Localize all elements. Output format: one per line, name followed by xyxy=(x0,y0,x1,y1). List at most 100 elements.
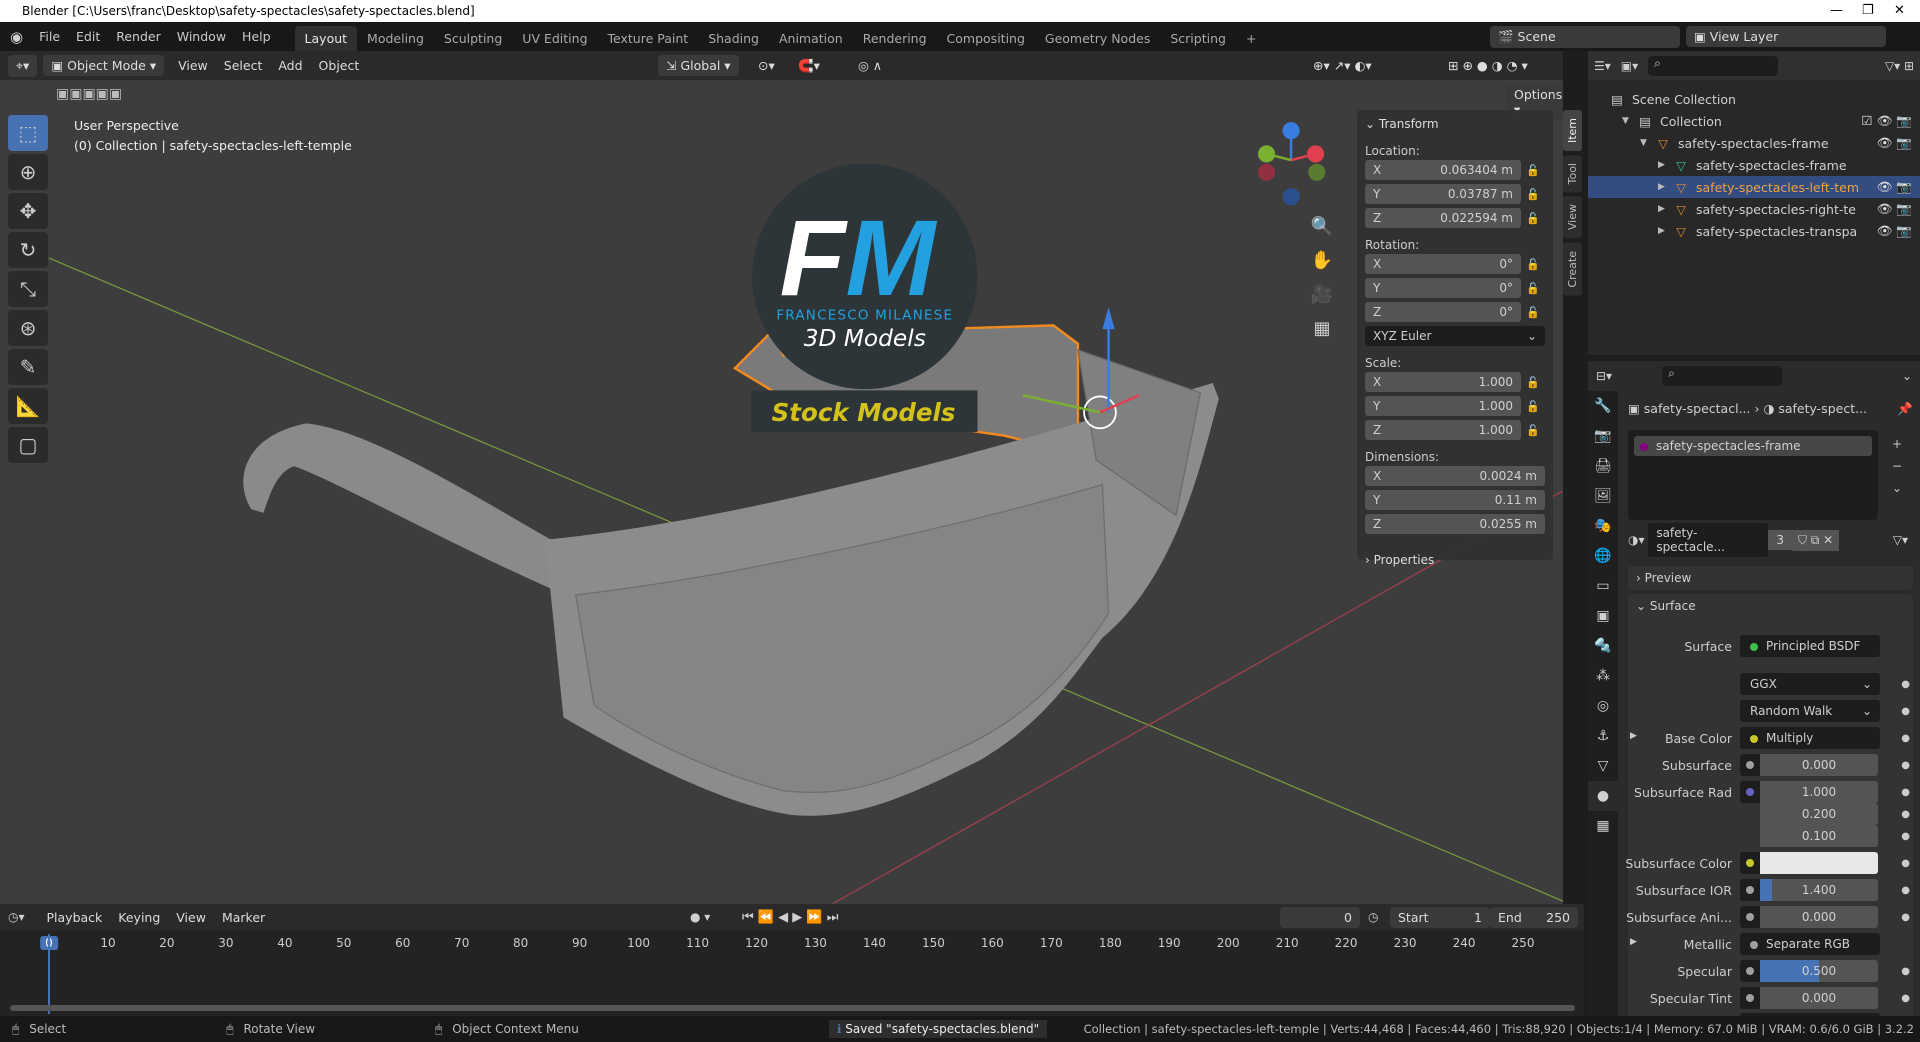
keyframe-dot-icon[interactable]: ● xyxy=(1901,733,1910,744)
lock-icon[interactable]: 🔓 xyxy=(1521,164,1545,177)
collapsed-arrow-icon[interactable]: ▶ xyxy=(1658,204,1672,214)
tab-scripting[interactable]: Scripting xyxy=(1160,26,1236,51)
editor-type-icon[interactable]: ☰▾ xyxy=(1594,59,1611,73)
number-field[interactable]: 0.500 xyxy=(1760,960,1878,982)
number-field[interactable]: 1.000 xyxy=(1760,781,1878,803)
pivot-icon[interactable]: ⊙▾ xyxy=(750,55,783,76)
fake-user-shield-icon[interactable]: ⛉ ⧉ ✕ xyxy=(1791,529,1840,551)
menu-edit[interactable]: Edit xyxy=(68,29,108,44)
add-slot-button[interactable]: + xyxy=(1886,433,1908,455)
maximize-button[interactable]: ❐ xyxy=(1862,0,1874,22)
outliner-item-safety-spectacles-right-te[interactable]: ▶ ▽ safety-spectacles-right-te 👁 📷 xyxy=(1588,198,1920,220)
preview-range-icon[interactable]: ◷ xyxy=(1368,910,1378,924)
material-slot[interactable]: safety-spectacles-frame xyxy=(1634,436,1872,456)
visibility-eye-icon[interactable]: ☑ 👁 📷 xyxy=(1861,113,1912,129)
close-button[interactable]: ✕ xyxy=(1894,0,1905,22)
start-frame-field[interactable]: Start 1 xyxy=(1390,906,1490,928)
select-box-tool-icon[interactable]: ⬚ xyxy=(8,115,48,151)
lock-icon[interactable]: 🔓 xyxy=(1521,282,1545,295)
scale-tool-icon[interactable]: ⤡ xyxy=(8,271,48,307)
object-data-tab-icon[interactable]: ▽ xyxy=(1588,751,1618,781)
collapsed-arrow-icon[interactable]: ▶ xyxy=(1658,182,1672,192)
menu-help[interactable]: Help xyxy=(234,29,279,44)
remove-slot-button[interactable]: − xyxy=(1886,455,1908,477)
timeline-menu-keying[interactable]: Keying xyxy=(110,907,168,928)
menu-view[interactable]: View xyxy=(170,55,216,76)
dimensions-y-field[interactable]: Y 0.11 m xyxy=(1365,490,1545,510)
lock-icon[interactable]: 🔓 xyxy=(1521,424,1545,437)
number-field[interactable]: 0.000 xyxy=(1760,987,1878,1009)
menu-select[interactable]: Select xyxy=(216,55,271,76)
orientation-selector[interactable]: ⇲ Global ▾ xyxy=(658,55,739,76)
keyframe-dot-icon[interactable]: ● xyxy=(1901,885,1910,896)
surface-panel-header[interactable]: ⌄ Surface xyxy=(1628,594,1913,618)
render-tab-icon[interactable]: 📷 xyxy=(1588,421,1618,451)
blender-logo-icon[interactable]: ◉ xyxy=(0,28,31,46)
collapsed-arrow-icon[interactable]: ▶ xyxy=(1658,160,1672,170)
sidebar-tab-view[interactable]: View xyxy=(1563,196,1582,239)
shading-mode-icons[interactable]: ⊞ ⊕ ● ◑ ◔ ▾ xyxy=(1440,55,1536,76)
mode-selector[interactable]: ▣ Object Mode ▾ xyxy=(43,55,165,76)
material-slot-list[interactable]: safety-spectacles-frame xyxy=(1628,430,1878,520)
scene-tab-icon[interactable]: 🎭 xyxy=(1588,511,1618,541)
socket-button[interactable] xyxy=(1740,754,1760,776)
sidebar-tab-tool[interactable]: Tool xyxy=(1563,155,1582,193)
ortho-grid-icon[interactable]: ▦ xyxy=(1308,312,1336,346)
enum-select[interactable]: GGX ⌄ xyxy=(1740,673,1880,695)
scale-y-field[interactable]: Y 1.000 xyxy=(1365,396,1521,416)
outliner-item-scene-collection[interactable]: ▤ Scene Collection xyxy=(1588,88,1920,110)
tab-animation[interactable]: Animation xyxy=(769,26,853,51)
keyframe-dot-icon[interactable]: ● xyxy=(1901,679,1910,690)
visibility-eye-icon[interactable]: 👁 📷 xyxy=(1877,201,1912,217)
lock-icon[interactable]: 🔓 xyxy=(1521,188,1545,201)
keyframe-dot-icon[interactable]: ● xyxy=(1901,858,1910,869)
sidebar-tab-create[interactable]: Create xyxy=(1563,242,1582,296)
add-cube-tool-icon[interactable]: ▢ xyxy=(8,427,48,463)
dimensions-z-field[interactable]: Z 0.0255 m xyxy=(1365,514,1545,534)
tab-shading[interactable]: Shading xyxy=(698,26,769,51)
minimize-button[interactable]: — xyxy=(1830,0,1843,22)
frame-ruler[interactable]: 0102030405060708090100110120130140150160… xyxy=(0,934,1584,956)
playhead[interactable] xyxy=(48,934,50,1014)
timeline-menu-playback[interactable]: Playback xyxy=(39,907,111,928)
outliner-item-safety-spectacles-frame[interactable]: ▶ ▽ safety-spectacles-frame xyxy=(1588,154,1920,176)
number-field[interactable]: 0.100 xyxy=(1760,825,1878,847)
timeline-menu-marker[interactable]: Marker xyxy=(214,907,273,928)
expand-arrow-icon[interactable]: ▶ xyxy=(1622,731,1637,741)
tab-layout[interactable]: Layout xyxy=(294,26,358,51)
physics-tab-icon[interactable]: ◎ xyxy=(1588,691,1618,721)
menu-file[interactable]: File xyxy=(31,29,68,44)
pin-icon[interactable]: 📌 xyxy=(1897,401,1913,417)
outliner-item-safety-spectacles-left-tem[interactable]: ▶ ▽ safety-spectacles-left-tem 👁 📷 xyxy=(1588,176,1920,198)
user-count[interactable]: 3 xyxy=(1768,530,1792,550)
tab-uv-editing[interactable]: UV Editing xyxy=(512,26,597,51)
texture-tab-icon[interactable]: ▦ xyxy=(1588,811,1618,841)
timeline-menu-view[interactable]: View xyxy=(168,907,214,928)
collection-tab-icon[interactable]: ▭ xyxy=(1588,571,1618,601)
number-field[interactable]: 0.200 xyxy=(1760,803,1878,825)
material-selector[interactable]: ◑▾ safety-spectacle... 3 ⛉ ⧉ ✕ ▽▾ xyxy=(1628,523,1908,557)
rotation-mode-select[interactable]: XYZ Euler ⌄ xyxy=(1365,326,1545,346)
snap-icon[interactable]: 🧲▾ xyxy=(790,55,828,77)
pan-hand-icon[interactable]: ✋ xyxy=(1308,244,1336,278)
expanded-arrow-icon[interactable]: ▼ xyxy=(1640,138,1654,148)
selection-mode-icons[interactable]: ▣▣▣▣▣ xyxy=(56,86,122,102)
world-tab-icon[interactable]: 🌐 xyxy=(1588,541,1618,571)
preview-panel-header[interactable]: › Preview xyxy=(1628,566,1913,590)
color-swatch[interactable] xyxy=(1760,852,1878,874)
move-tool-icon[interactable]: ✥ xyxy=(8,193,48,229)
timeline-scrollbar[interactable] xyxy=(10,1005,1575,1011)
filter-icon[interactable]: ▽▾ ⊞ xyxy=(1885,59,1914,73)
gizmo-toggle-icon[interactable]: ⊕▾ ↗▾ ◐▾ xyxy=(1305,55,1380,76)
3d-viewport[interactable]: FM FRANCESCO MILANESE 3D Models Stock Mo… xyxy=(0,80,1563,904)
number-field[interactable]: 0.000 xyxy=(1760,906,1878,928)
rotate-tool-icon[interactable]: ↻ xyxy=(8,232,48,268)
material-tab-icon[interactable]: ● xyxy=(1588,781,1618,811)
location-y-field[interactable]: Y 0.03787 m xyxy=(1365,184,1521,204)
transform-tool-icon[interactable]: ⊛ xyxy=(8,310,48,346)
visibility-eye-icon[interactable]: 👁 📷 xyxy=(1877,223,1912,239)
editor-type-icon[interactable]: ⊟▾ xyxy=(1596,369,1612,383)
editor-type-button[interactable]: ⌖▾ xyxy=(8,54,38,77)
tab-modeling[interactable]: Modeling xyxy=(357,26,434,51)
properties-panel-header[interactable]: › Properties xyxy=(1357,546,1553,574)
